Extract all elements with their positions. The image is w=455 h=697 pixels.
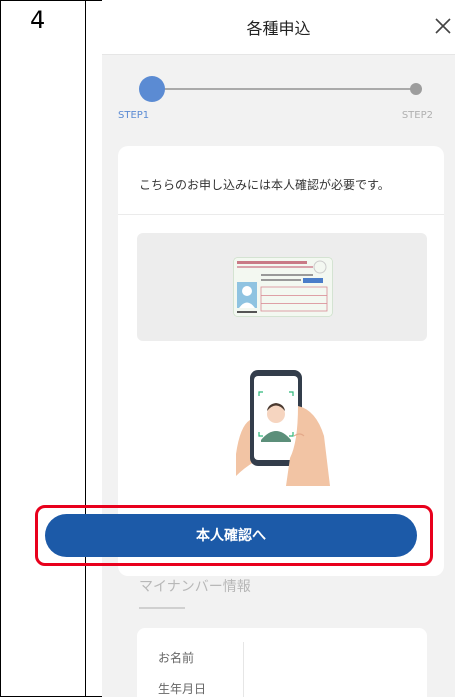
phone-selfie-illustration [236, 366, 332, 486]
dob-field-label: 生年月日 [158, 682, 207, 696]
instruction-step-number: 4 [30, 6, 46, 34]
close-icon[interactable] [431, 14, 455, 38]
mynumber-info-card: お名前 生年月日 [137, 628, 427, 697]
phone-screen: 各種申込 STEP1 STEP2 こちらのお申し込みには本人確認が必要です。 マ… [102, 0, 455, 697]
stepper-line [152, 88, 416, 90]
step2-indicator [410, 83, 422, 95]
step2-label: STEP2 [401, 110, 433, 121]
identity-verification-button[interactable]: 本人確認へ [45, 514, 417, 557]
mynumber-section-title: マイナンバー情報 [139, 579, 251, 595]
info-column-divider [243, 642, 244, 697]
page-title: 各種申込 [246, 19, 311, 38]
mynumber-card-icon [233, 257, 333, 317]
step1-label: STEP1 [118, 110, 150, 121]
column-divider [85, 0, 86, 697]
verification-notice: こちらのお申し込みには本人確認が必要です。 [139, 178, 390, 192]
app-header: 各種申込 [102, 0, 455, 55]
id-card-illustration [137, 233, 427, 341]
verification-card: こちらのお申し込みには本人確認が必要です。 [118, 146, 444, 576]
section-underline [139, 607, 185, 609]
step1-indicator [139, 76, 165, 102]
notice-divider [118, 214, 444, 215]
face-scan-icon [236, 370, 330, 486]
progress-stepper: STEP1 STEP2 [102, 54, 455, 124]
name-field-label: お名前 [158, 651, 195, 665]
